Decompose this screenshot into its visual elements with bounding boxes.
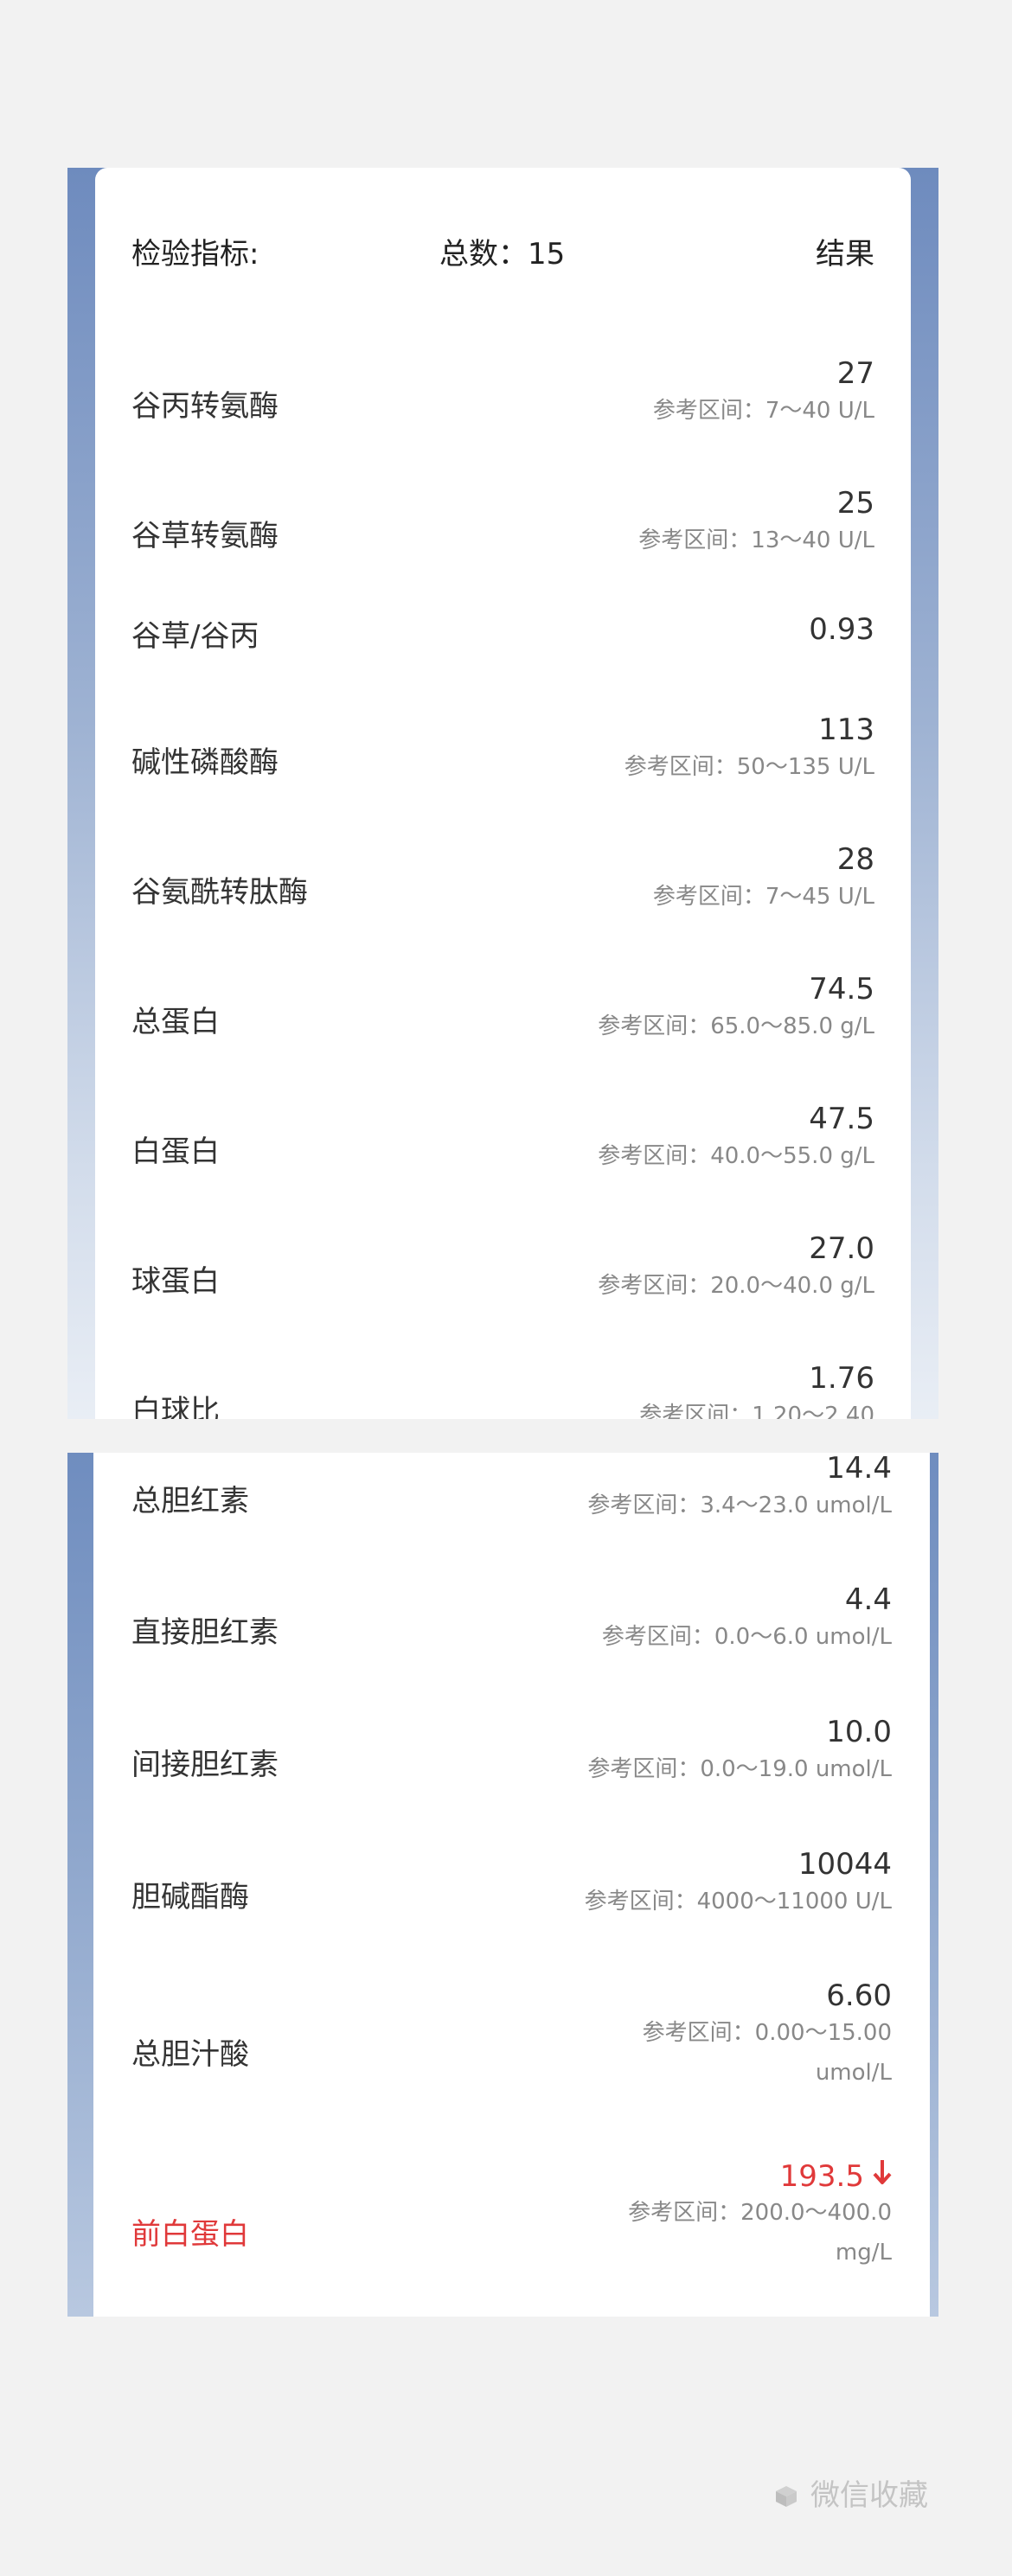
watermark-text: 微信收藏	[810, 2478, 928, 2513]
item-reference-unit: mg/L	[835, 2240, 892, 2266]
item-name: 胆碱酯酶	[131, 1880, 249, 1914]
item-value: 10.0	[826, 1715, 892, 1749]
list-item[interactable]: 谷氨酰转肽酶 28 参考区间：7～45 U/L	[131, 835, 874, 939]
item-reference-range: 参考区间：0.0～19.0 umol/L	[587, 1756, 892, 1782]
item-reference-range: 参考区间：7～40 U/L	[652, 398, 874, 424]
list-item[interactable]: 谷丙转氨酶 27 参考区间：7～40 U/L	[131, 349, 874, 453]
item-value: 4.4	[844, 1582, 892, 1617]
item-name: 碱性磷酸酶	[131, 745, 279, 780]
table-header: 检验指标: 总数：15 结果	[131, 230, 874, 273]
list-item[interactable]: 白蛋白 47.5 参考区间：40.0～55.0 g/L	[131, 1095, 874, 1199]
item-name: 直接胆红素	[131, 1615, 279, 1650]
item-reference-range: 参考区间：40.0～55.0 g/L	[598, 1143, 874, 1169]
item-value-text: 193.5	[779, 2159, 864, 2194]
item-name: 谷氨酰转肽酶	[131, 875, 308, 910]
item-reference-range: 参考区间：3.4～23.0 umol/L	[587, 1493, 892, 1518]
list-item[interactable]: 总胆汁酸 6.60 参考区间：0.00～15.00 umol/L	[131, 1972, 892, 2101]
item-value: 27	[836, 356, 874, 391]
item-name: 白球比	[131, 1394, 220, 1419]
wechat-favorites-cube-icon	[774, 2482, 798, 2507]
list-item[interactable]: 谷草/谷丙 0.93	[131, 609, 874, 669]
item-name: 谷草转氨酶	[131, 519, 279, 553]
arrow-down-icon	[873, 2158, 892, 2194]
list-item[interactable]: 直接胆红素 4.4 参考区间：0.0～6.0 umol/L	[131, 1576, 892, 1679]
header-total-count: 总数：15	[439, 237, 566, 272]
list-item[interactable]: 胆碱酯酶 10044 参考区间：4000～11000 U/L	[131, 1840, 892, 1944]
item-value: 0.93	[809, 612, 874, 647]
item-name: 谷丙转氨酶	[131, 389, 279, 424]
report-card-bottom: 总胆红素 14.4 参考区间：3.4～23.0 umol/L 直接胆红素 4.4…	[93, 1453, 930, 2317]
report-card-top: 检验指标: 总数：15 结果 谷丙转氨酶 27 参考区间：7～40 U/L 谷草…	[95, 168, 911, 1419]
item-reference-range: 参考区间：13～40 U/L	[638, 527, 874, 553]
header-result-label: 结果	[816, 237, 874, 272]
item-value: 74.5	[809, 972, 874, 1007]
item-reference-range: 参考区间：20.0～40.0 g/L	[598, 1273, 874, 1299]
item-reference-range: 参考区间：7～45 U/L	[652, 884, 874, 910]
item-reference-range: 参考区间：0.0～6.0 umol/L	[601, 1624, 892, 1650]
list-item[interactable]: 碱性磷酸酶 113 参考区间：50～135 U/L	[131, 706, 874, 809]
list-item-abnormal[interactable]: 前白蛋白 193.5 参考区间：200.0～400.0 mg/L	[131, 2151, 892, 2281]
item-value: 193.5	[780, 2158, 892, 2194]
item-value: 27.0	[809, 1231, 874, 1266]
header-indicator-label: 检验指标:	[131, 237, 259, 272]
item-reference-range: 参考区间：4000～11000 U/L	[584, 1889, 892, 1914]
item-value: 113	[818, 713, 874, 747]
item-reference-range: 参考区间：65.0～85.0 g/L	[598, 1013, 874, 1039]
item-name: 间接胆红素	[131, 1748, 279, 1782]
item-name: 总胆汁酸	[131, 2037, 249, 2072]
list-item[interactable]: 总蛋白 74.5 参考区间：65.0～85.0 g/L	[131, 965, 874, 1069]
item-value: 1.76	[809, 1361, 874, 1396]
list-item[interactable]: 球蛋白 27.0 参考区间：20.0～40.0 g/L	[131, 1224, 874, 1328]
report-panel-bottom: 总胆红素 14.4 参考区间：3.4～23.0 umol/L 直接胆红素 4.4…	[67, 1453, 938, 2317]
item-name: 谷草/谷丙	[131, 619, 259, 654]
item-reference-range: 参考区间：0.00～15.00	[642, 2020, 892, 2046]
item-name: 前白蛋白	[131, 2217, 249, 2252]
watermark: 微信收藏	[774, 2471, 928, 2514]
list-item[interactable]: 总胆红素 14.4 参考区间：3.4～23.0 umol/L	[131, 1453, 892, 1548]
item-name: 白蛋白	[131, 1135, 220, 1169]
item-value: 47.5	[809, 1102, 874, 1136]
item-reference-range: 参考区间：50～135 U/L	[624, 754, 874, 780]
list-item[interactable]: 白球比 1.76 参考区间：1.20～2.40	[131, 1354, 874, 1419]
item-value: 14.4	[826, 1453, 892, 1486]
item-reference-range: 参考区间：200.0～400.0	[628, 2200, 892, 2226]
list-item[interactable]: 谷草转氨酶 25 参考区间：13～40 U/L	[131, 479, 874, 583]
item-name: 球蛋白	[131, 1264, 220, 1299]
item-value: 6.60	[826, 1978, 892, 2013]
item-value: 10044	[797, 1847, 892, 1882]
item-value: 28	[836, 842, 874, 877]
item-name: 总蛋白	[131, 1005, 220, 1039]
list-item[interactable]: 间接胆红素 10.0 参考区间：0.0～19.0 umol/L	[131, 1708, 892, 1812]
item-name: 总胆红素	[131, 1484, 249, 1518]
item-value: 25	[836, 486, 874, 521]
item-reference-range: 参考区间：1.20～2.40	[639, 1403, 874, 1419]
item-reference-unit: umol/L	[815, 2060, 892, 2086]
report-panel-top: 检验指标: 总数：15 结果 谷丙转氨酶 27 参考区间：7～40 U/L 谷草…	[67, 168, 938, 1419]
